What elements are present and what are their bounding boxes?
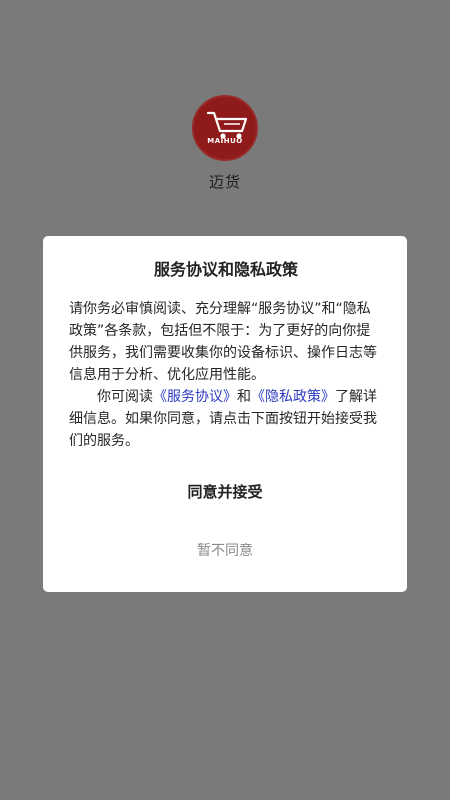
dialog-paragraph-terms: 请你务必审慎阅读、充分理解“服务协议”和“隐私政策”各条款，包括但不限于：为了更…: [69, 301, 377, 383]
privacy-policy-link[interactable]: 《隐私政策》: [251, 389, 335, 405]
app-logo: MAIHUO: [192, 95, 258, 161]
paragraph-and-text: 和: [237, 389, 251, 405]
app-branding: MAIHUO 迈货: [0, 95, 450, 192]
service-agreement-link[interactable]: 《服务协议》: [153, 389, 237, 405]
app-name: 迈货: [208, 173, 241, 191]
decline-button[interactable]: 暂不同意: [43, 538, 407, 564]
splash-backdrop: MAIHUO 迈货 服务协议和隐私政策 请你务必审慎阅读、充分理解“服务协议”和…: [0, 0, 450, 800]
logo-wordmark: MAIHUO: [207, 137, 243, 145]
accept-button[interactable]: 同意并接受: [43, 479, 407, 505]
dialog-title: 服务协议和隐私政策: [153, 260, 298, 279]
privacy-dialog: 服务协议和隐私政策 请你务必审慎阅读、充分理解“服务协议”和“隐私政策”各条款，…: [43, 236, 407, 592]
dialog-paragraph-links: 你可阅读《服务协议》和《隐私政策》了解详细信息。如果你同意，请点击下面按钮开始接…: [69, 386, 383, 452]
dialog-body: 请你务必审慎阅读、充分理解“服务协议”和“隐私政策”各条款，包括但不限于：为了更…: [69, 298, 383, 452]
paragraph-prefix-text: 你可阅读: [97, 389, 153, 405]
shopping-cart-icon: [206, 111, 248, 139]
